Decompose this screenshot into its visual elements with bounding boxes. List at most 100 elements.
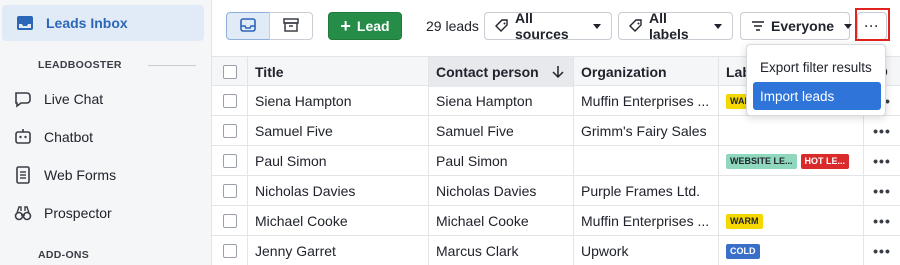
cell-labels: WEBSITE LE... HOT LE... bbox=[719, 146, 864, 176]
section-heading-leadbooster: LEADBOOSTER bbox=[38, 59, 122, 71]
plus-icon: + bbox=[340, 16, 351, 36]
sidebar-item-label: Prospector bbox=[44, 205, 112, 221]
sidebar-item-label: Live Chat bbox=[44, 91, 104, 107]
row-more-icon[interactable]: ••• bbox=[873, 183, 891, 199]
inbox-icon bbox=[14, 12, 36, 34]
binoculars-icon bbox=[12, 202, 34, 224]
table-row[interactable]: Nicholas Davies Nicholas Davies Purple Fra… bbox=[212, 176, 900, 206]
table-row[interactable]: Samuel Five Samuel Five Grimm's Fairy Sale… bbox=[212, 116, 900, 146]
cell-contact[interactable]: Nicholas Davies bbox=[429, 176, 574, 206]
lead-count: 29 leads bbox=[426, 18, 479, 34]
menu-item-import-leads[interactable]: Import leads bbox=[753, 82, 881, 110]
label-badge: COLD bbox=[726, 243, 760, 259]
row-checkbox[interactable] bbox=[222, 214, 237, 228]
row-checkbox[interactable] bbox=[222, 244, 237, 258]
row-select-cell bbox=[212, 86, 248, 116]
cell-organization[interactable]: Grimm's Fairy Sales bbox=[574, 116, 719, 146]
column-header-organization[interactable]: Organization bbox=[574, 57, 719, 87]
cell-title[interactable]: Jenny Garret bbox=[248, 236, 429, 265]
sidebar-item-label: Web Forms bbox=[44, 167, 117, 183]
cell-contact[interactable]: Samuel Five bbox=[429, 116, 574, 146]
sidebar-item-label: Chatbot bbox=[44, 129, 94, 145]
web-forms-icon bbox=[12, 164, 34, 186]
row-checkbox[interactable] bbox=[222, 184, 237, 198]
labels-filter-label: All labels bbox=[649, 10, 689, 42]
chatbot-icon bbox=[12, 126, 34, 148]
inbox-icon bbox=[239, 16, 257, 37]
focus-highlight bbox=[855, 8, 890, 41]
cell-contact[interactable]: Marcus Clark bbox=[429, 236, 574, 265]
filter-icon bbox=[751, 19, 765, 33]
row-more-cell: ••• bbox=[864, 176, 900, 206]
app: Leads Inbox LEADBOOSTER Live Chat Chatbo… bbox=[0, 0, 900, 265]
chevron-down-icon bbox=[593, 23, 601, 29]
label-badge: WARM bbox=[726, 213, 763, 229]
sidebar: Leads Inbox LEADBOOSTER Live Chat Chatbo… bbox=[0, 0, 212, 265]
sidebar-item-live-chat[interactable]: Live Chat bbox=[0, 83, 210, 115]
tag-icon bbox=[629, 19, 643, 33]
row-select-cell bbox=[212, 176, 248, 206]
cell-labels: WARM bbox=[719, 206, 864, 236]
tag-icon bbox=[495, 19, 509, 33]
cell-title[interactable]: Nicholas Davies bbox=[248, 176, 429, 206]
more-actions-menu: Export filter results Import leads bbox=[746, 44, 886, 116]
labels-filter-dropdown[interactable]: All labels bbox=[618, 10, 733, 42]
sidebar-item-label: Leads Inbox bbox=[46, 15, 128, 31]
cell-labels bbox=[719, 176, 864, 206]
row-more-icon[interactable]: ••• bbox=[873, 153, 891, 169]
owner-filter-label: Everyone bbox=[771, 18, 835, 34]
row-checkbox[interactable] bbox=[222, 124, 237, 138]
select-all-checkbox[interactable] bbox=[222, 65, 237, 79]
sources-filter-dropdown[interactable]: All sources bbox=[484, 10, 612, 42]
row-more-icon[interactable]: ••• bbox=[873, 243, 891, 259]
cell-title[interactable]: Michael Cooke bbox=[248, 206, 429, 236]
chevron-down-icon bbox=[844, 23, 853, 29]
cell-organization[interactable]: Muffin Enterprises ... bbox=[574, 86, 719, 116]
chat-bubble-icon bbox=[12, 88, 34, 110]
column-header-contact[interactable]: Contact person bbox=[429, 57, 574, 87]
table-row[interactable]: Paul Simon Paul Simon WEBSITE LE... HOT LE.… bbox=[212, 146, 900, 176]
label-badge: WEBSITE LE... bbox=[726, 153, 797, 169]
sidebar-item-web-forms[interactable]: Web Forms bbox=[0, 159, 210, 191]
cell-contact[interactable]: Siena Hampton bbox=[429, 86, 574, 116]
cell-title[interactable]: Siena Hampton bbox=[248, 86, 429, 116]
add-lead-button[interactable]: + Lead bbox=[328, 12, 402, 40]
cell-title[interactable]: Samuel Five bbox=[248, 116, 429, 146]
row-select-cell bbox=[212, 116, 248, 146]
row-more-cell: ••• bbox=[864, 146, 900, 176]
row-select-cell bbox=[212, 206, 248, 236]
sidebar-item-chatbot[interactable]: Chatbot bbox=[0, 121, 210, 153]
section-divider bbox=[148, 65, 196, 66]
chevron-down-icon bbox=[714, 23, 722, 29]
row-checkbox[interactable] bbox=[222, 94, 237, 108]
sidebar-item-prospector[interactable]: Prospector bbox=[0, 197, 210, 229]
row-more-cell: ••• bbox=[864, 206, 900, 236]
row-more-icon[interactable]: ••• bbox=[873, 213, 891, 229]
cell-organization[interactable]: Muffin Enterprises ... bbox=[574, 206, 719, 236]
select-all-cell bbox=[212, 57, 248, 87]
row-select-cell bbox=[212, 236, 248, 265]
label-badge: HOT LE... bbox=[800, 153, 850, 169]
add-lead-label: Lead bbox=[356, 18, 390, 34]
row-select-cell bbox=[212, 146, 248, 176]
table-row[interactable]: Michael Cooke Michael Cooke Muffin Enterpr… bbox=[212, 206, 900, 236]
sources-filter-label: All sources bbox=[515, 10, 569, 42]
column-header-title[interactable]: Title bbox=[248, 57, 429, 87]
cell-title[interactable]: Paul Simon bbox=[248, 146, 429, 176]
cell-organization[interactable]: Purple Frames Ltd. bbox=[574, 176, 719, 206]
owner-filter-dropdown[interactable]: Everyone bbox=[740, 12, 853, 40]
cell-organization[interactable] bbox=[574, 146, 719, 176]
menu-item-export-filter-results[interactable]: Export filter results bbox=[753, 53, 881, 81]
list-view-button[interactable] bbox=[226, 12, 270, 40]
section-heading-add-ons: ADD-ONS bbox=[38, 249, 90, 261]
column-header-label: Contact person bbox=[436, 64, 539, 80]
sidebar-item-leads-inbox[interactable]: Leads Inbox bbox=[2, 5, 204, 41]
table-row[interactable]: Jenny Garret Marcus Clark Upwork COLD ••• bbox=[212, 236, 900, 265]
cell-contact[interactable]: Michael Cooke bbox=[429, 206, 574, 236]
row-checkbox[interactable] bbox=[222, 154, 237, 168]
archive-view-button[interactable] bbox=[269, 12, 313, 40]
cell-organization[interactable]: Upwork bbox=[574, 236, 719, 265]
cell-contact[interactable]: Paul Simon bbox=[429, 146, 574, 176]
row-more-cell: ••• bbox=[864, 116, 900, 146]
row-more-icon[interactable]: ••• bbox=[873, 123, 891, 139]
